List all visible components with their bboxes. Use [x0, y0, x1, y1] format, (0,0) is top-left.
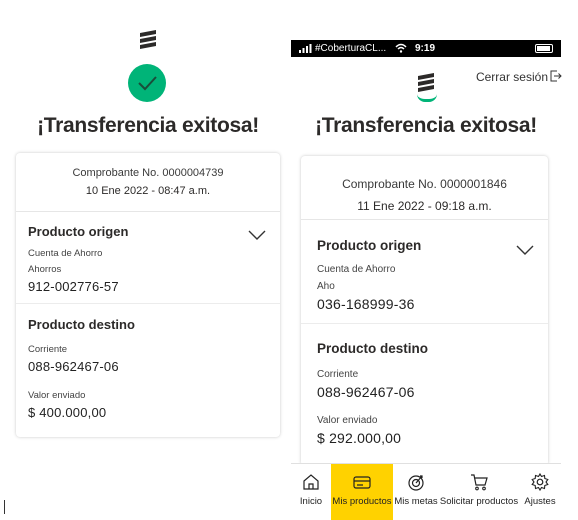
- left-screen: ¡Transferencia exitosa! Comprobante No. …: [0, 0, 290, 520]
- amount-value: $ 292.000,00: [317, 430, 402, 446]
- page-title: ¡Transferencia exitosa!: [315, 114, 537, 137]
- bank-logo-icon: [418, 73, 434, 92]
- nav-item-mis-metas[interactable]: Mis metas: [393, 464, 439, 520]
- destination-account-number: 088-962467-06: [317, 384, 415, 400]
- origin-title: Producto origen: [28, 224, 129, 239]
- target-icon: [408, 475, 424, 491]
- receipt-card: Comprobante No. 0000004739 10 Ene 2022 -…: [16, 153, 280, 437]
- nav-item-inicio[interactable]: Inicio: [291, 464, 331, 520]
- origin-account-subtype: Aho: [317, 281, 335, 292]
- origin-title: Producto origen: [317, 238, 422, 253]
- origin-account-type: Cuenta de Ahorro: [317, 264, 396, 275]
- nav-item-ajustes[interactable]: Ajustes: [519, 464, 561, 520]
- nav-label: Solicitar productos: [439, 496, 519, 507]
- receipt-number: Comprobante No. 0000004739: [72, 167, 224, 179]
- origin-account-type: Cuenta de Ahorro: [28, 248, 103, 259]
- nav-item-solicitar-productos[interactable]: Solicitar productos: [439, 464, 519, 520]
- success-arc-icon: [417, 94, 437, 102]
- destination-account-number: 088-962467-06: [28, 359, 119, 374]
- status-time: 9:19: [415, 43, 436, 54]
- destination-title: Producto destino: [317, 341, 428, 356]
- amount-label: Valor enviado: [28, 390, 86, 401]
- home-icon: [303, 474, 319, 490]
- logout-button[interactable]: Cerrar sesión: [476, 70, 548, 84]
- text-cursor: [4, 500, 5, 514]
- receipt-datetime: 11 Ene 2022 - 09:18 a.m.: [357, 199, 492, 213]
- receipt-datetime: 10 Ene 2022 - 08:47 a.m.: [85, 185, 211, 197]
- destination-title: Producto destino: [28, 317, 135, 332]
- nav-label: Mis productos: [332, 496, 392, 507]
- nav-label: Inicio: [299, 496, 323, 507]
- nav-item-mis-productos[interactable]: Mis productos: [331, 464, 393, 520]
- page-title: ¡Transferencia exitosa!: [37, 114, 259, 137]
- destination-product-section: Producto destino Corriente 088-962467-06…: [16, 304, 280, 420]
- amount-value: $ 400.000,00: [28, 405, 107, 420]
- nav-label: Mis metas: [394, 496, 438, 507]
- bottom-nav: Inicio Mis productos Mis metas Solicitar…: [291, 463, 561, 520]
- bank-logo-icon: [140, 30, 156, 49]
- battery-icon: [535, 44, 553, 53]
- status-bar: #CoberturaCL... 9:19: [291, 40, 561, 57]
- origin-product-section[interactable]: Producto origen Cuenta de Ahorro Ahorros…: [16, 212, 280, 304]
- receipt-number: Comprobante No. 0000001846: [342, 177, 507, 191]
- origin-account-subtype: Ahorros: [28, 264, 62, 275]
- receipt-card: Comprobante No. 0000001846 11 Ene 2022 -…: [301, 156, 548, 466]
- origin-account-number: 912-002776-57: [28, 279, 119, 294]
- carrier-name: #CoberturaCL...: [315, 43, 387, 54]
- receipt-header: Comprobante No. 0000001846 11 Ene 2022 -…: [301, 156, 548, 220]
- nav-label: Ajustes: [524, 496, 556, 507]
- destination-account-type: Corriente: [317, 369, 359, 380]
- gear-icon: [531, 472, 549, 492]
- chevron-down-icon[interactable]: [516, 244, 534, 256]
- right-screen: #CoberturaCL... 9:19 Cerrar sesión ¡Tran…: [291, 40, 578, 520]
- destination-account-type: Corriente: [28, 344, 68, 355]
- wifi-icon: [395, 43, 407, 53]
- cart-icon: [471, 474, 488, 491]
- chevron-down-icon[interactable]: [248, 229, 266, 241]
- amount-label: Valor enviado: [317, 415, 378, 426]
- origin-product-section[interactable]: Producto origen Cuenta de Ahorro Aho 036…: [301, 220, 548, 324]
- receipt-header: Comprobante No. 0000004739 10 Ene 2022 -…: [16, 153, 280, 212]
- logout-icon[interactable]: [550, 70, 562, 82]
- destination-product-section: Producto destino Corriente 088-962467-06…: [301, 324, 548, 446]
- success-check-icon: [128, 64, 166, 102]
- wallet-icon: [353, 476, 371, 489]
- signal-icon: [299, 44, 312, 53]
- origin-account-number: 036-168999-36: [317, 296, 415, 312]
